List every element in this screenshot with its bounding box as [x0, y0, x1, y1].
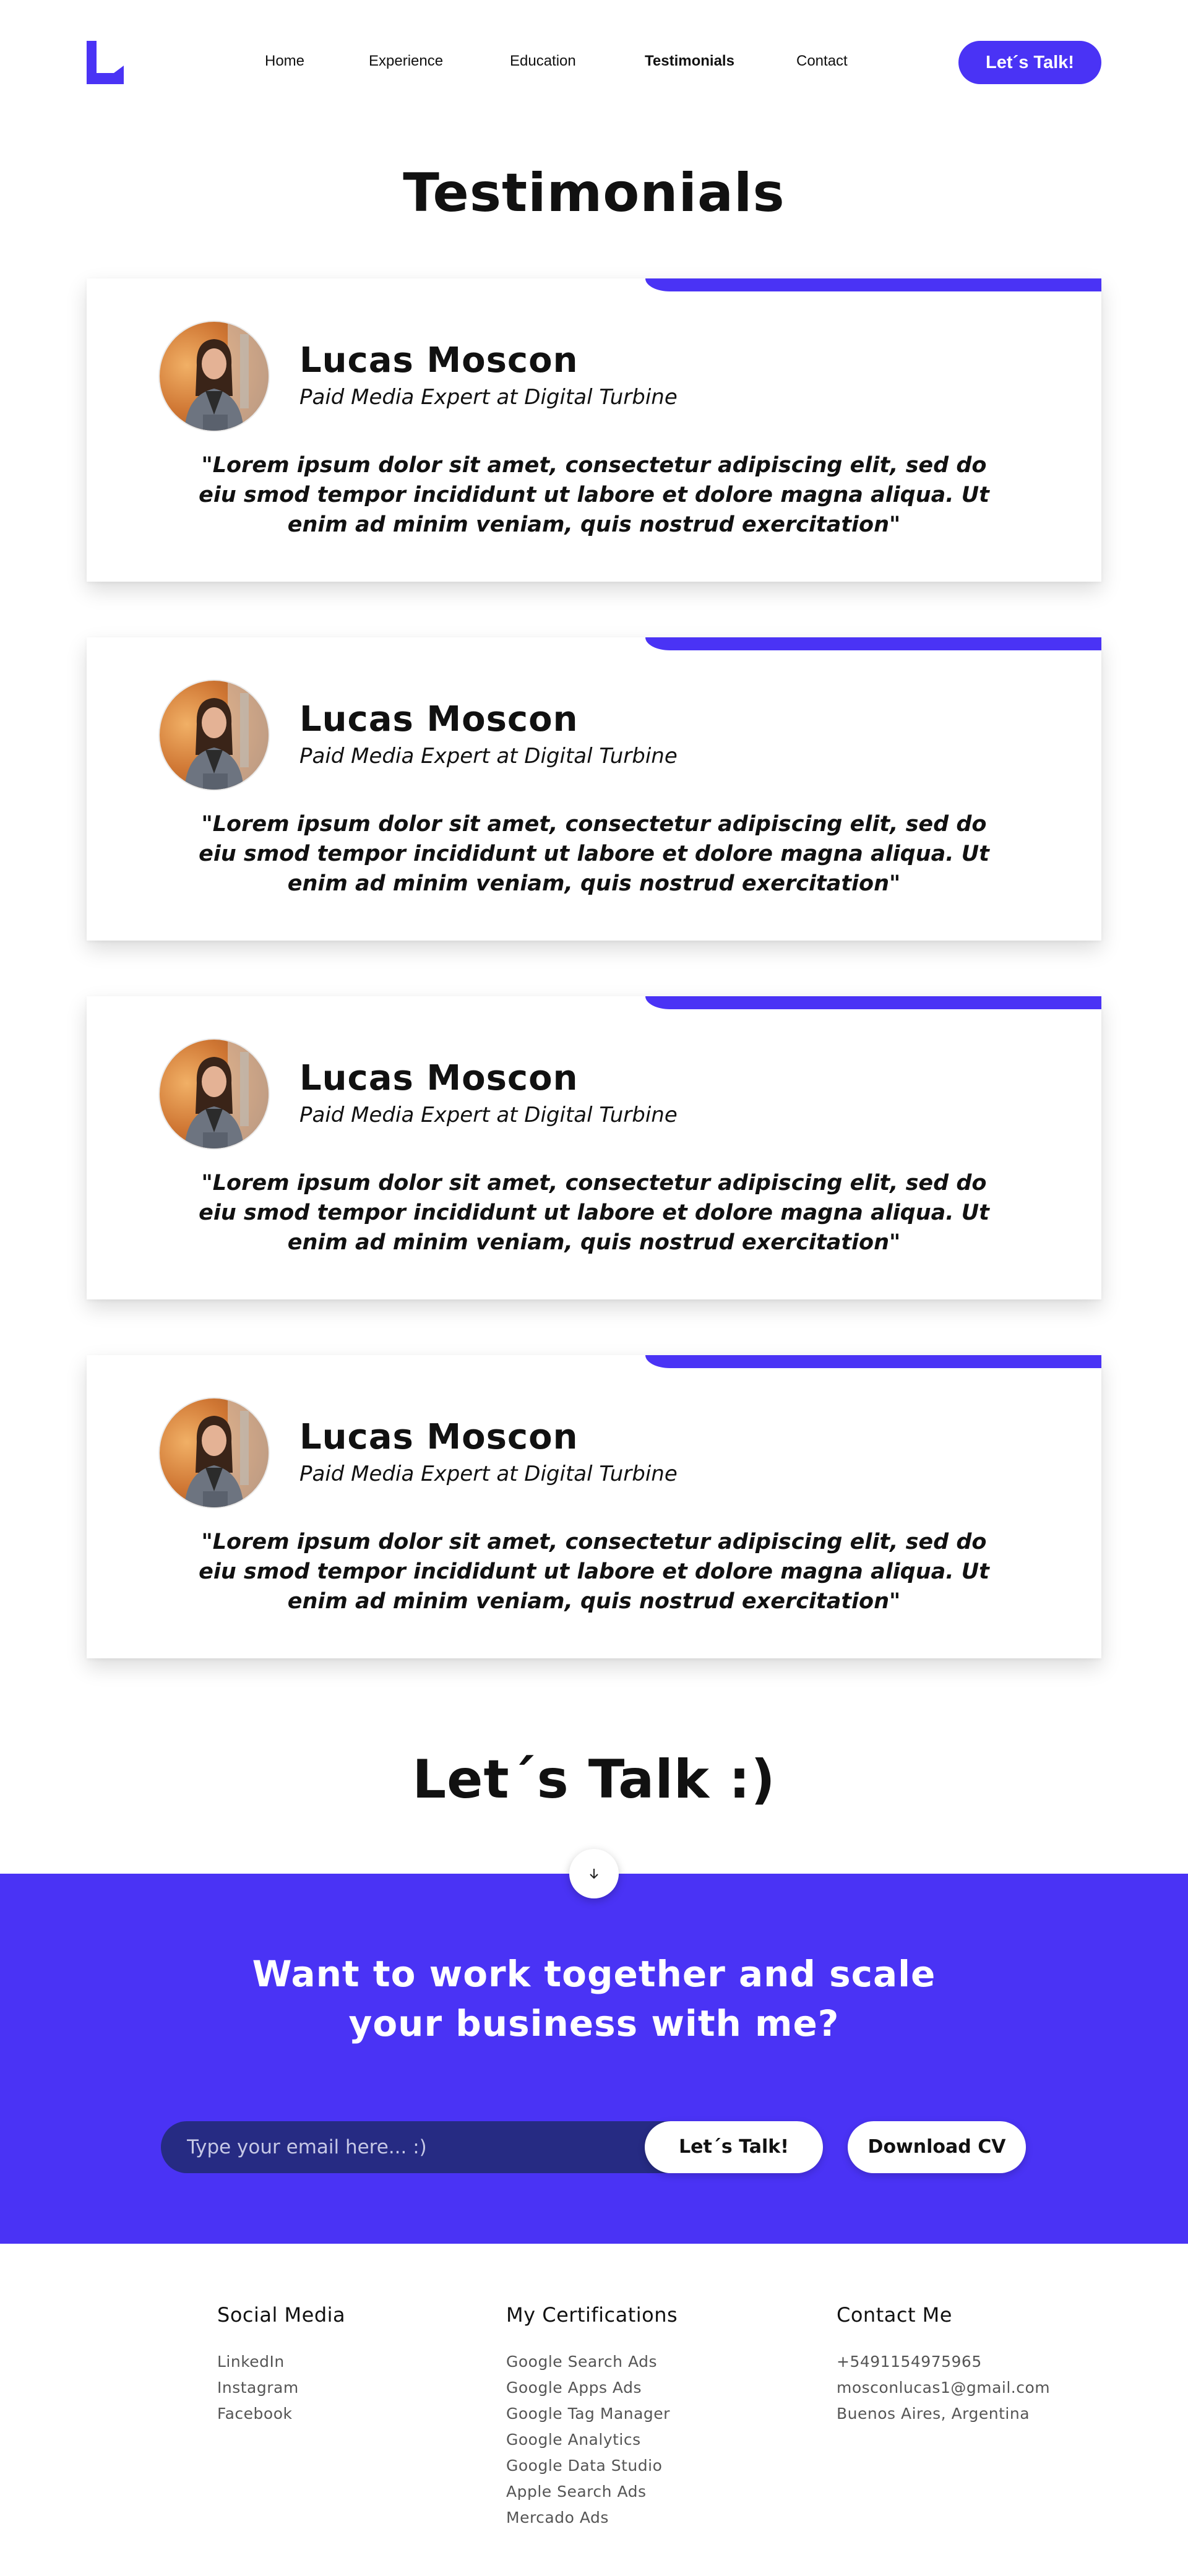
footer-cert-item[interactable]: Google Search Ads	[506, 2349, 678, 2375]
testimonial-quote: "Lorem ipsum dolor sit amet, consectetur…	[199, 1530, 989, 1614]
footer-cert-item[interactable]: Google Apps Ads	[506, 2375, 678, 2401]
testimonial-quote: "Lorem ipsum dolor sit amet, consectetur…	[199, 453, 989, 537]
nav-experience[interactable]: Experience	[369, 53, 443, 70]
nav-education[interactable]: Education	[510, 53, 576, 70]
footer-cert-item[interactable]: Mercado Ads	[506, 2505, 678, 2531]
footer-phone[interactable]: +5491154975965	[837, 2349, 1050, 2375]
card-accent-bar	[645, 996, 1101, 1009]
nav-testimonials[interactable]: Testimonials	[645, 53, 734, 70]
scroll-down-button[interactable]	[569, 1849, 619, 1898]
testimonial-card: Lucas Moscon Paid Media Expert at Digita…	[87, 1355, 1101, 1658]
contact-heading: Want to work together and scale your bus…	[0, 1949, 1188, 2048]
footer-social: Social Media LinkedIn Instagram Facebook	[217, 2303, 345, 2427]
contact-band	[0, 1874, 1188, 2244]
nav-home[interactable]: Home	[265, 53, 304, 70]
testimonial-name: Lucas Moscon	[299, 1058, 579, 1098]
card-accent-bar	[645, 278, 1101, 291]
footer-social-title: Social Media	[217, 2303, 346, 2327]
footer-contact-title: Contact Me	[837, 2303, 952, 2327]
footer-link-linkedin[interactable]: LinkedIn	[217, 2349, 345, 2375]
footer-certifications-title: My Certifications	[506, 2303, 678, 2327]
testimonial-card: Lucas Moscon Paid Media Expert at Digita…	[87, 996, 1101, 1299]
testimonial-role: Paid Media Expert at Digital Turbine	[299, 385, 678, 410]
testimonial-card: Lucas Moscon Paid Media Expert at Digita…	[87, 278, 1101, 582]
avatar	[160, 322, 269, 431]
footer-cert-item[interactable]: Google Tag Manager	[506, 2401, 678, 2427]
arrow-down-icon	[590, 1869, 598, 1879]
testimonial-name: Lucas Moscon	[299, 340, 579, 381]
footer-link-facebook[interactable]: Facebook	[217, 2401, 345, 2427]
footer-contact: Contact Me +5491154975965 mosconlucas1@g…	[837, 2303, 1050, 2427]
section-title-lets-talk: Let´s Talk :)	[412, 1749, 776, 1811]
card-accent-bar	[645, 1355, 1101, 1368]
section-title-testimonials: Testimonials	[403, 162, 785, 224]
testimonial-name: Lucas Moscon	[299, 1417, 579, 1457]
footer-certifications: My Certifications Google Search Ads Goog…	[506, 2303, 678, 2531]
submit-lets-talk-button[interactable]: Let´s Talk!	[645, 2121, 823, 2173]
contact-heading-line1: Want to work together and scale	[252, 1953, 936, 1995]
footer-link-instagram[interactable]: Instagram	[217, 2375, 345, 2401]
header-cta-button[interactable]: Let´s Talk!	[958, 41, 1101, 84]
avatar	[160, 681, 269, 790]
card-accent-bar	[645, 637, 1101, 650]
testimonial-name: Lucas Moscon	[299, 699, 579, 739]
site-header: Home Experience Education Testimonials C…	[0, 0, 1188, 124]
testimonial-quote: "Lorem ipsum dolor sit amet, consectetur…	[199, 812, 989, 896]
footer-email[interactable]: mosconlucas1@gmail.com	[837, 2375, 1050, 2401]
avatar	[160, 1398, 269, 1507]
testimonial-role: Paid Media Expert at Digital Turbine	[299, 744, 678, 769]
footer-location: Buenos Aires, Argentina	[837, 2405, 1030, 2423]
footer-cert-item[interactable]: Google Data Studio	[506, 2453, 678, 2479]
contact-heading-line2: your business with me?	[348, 2002, 840, 2044]
testimonial-role: Paid Media Expert at Digital Turbine	[299, 1462, 678, 1486]
download-cv-button[interactable]: Download CV	[848, 2121, 1026, 2173]
footer-cert-item[interactable]: Google Analytics	[506, 2427, 678, 2453]
email-input[interactable]	[161, 2121, 637, 2173]
footer-cert-item[interactable]: Apple Search Ads	[506, 2479, 678, 2505]
testimonial-quote: "Lorem ipsum dolor sit amet, consectetur…	[199, 1171, 989, 1255]
nav-contact[interactable]: Contact	[796, 53, 848, 70]
testimonial-role: Paid Media Expert at Digital Turbine	[299, 1103, 678, 1127]
avatar	[160, 1040, 269, 1148]
testimonial-card: Lucas Moscon Paid Media Expert at Digita…	[87, 637, 1101, 941]
